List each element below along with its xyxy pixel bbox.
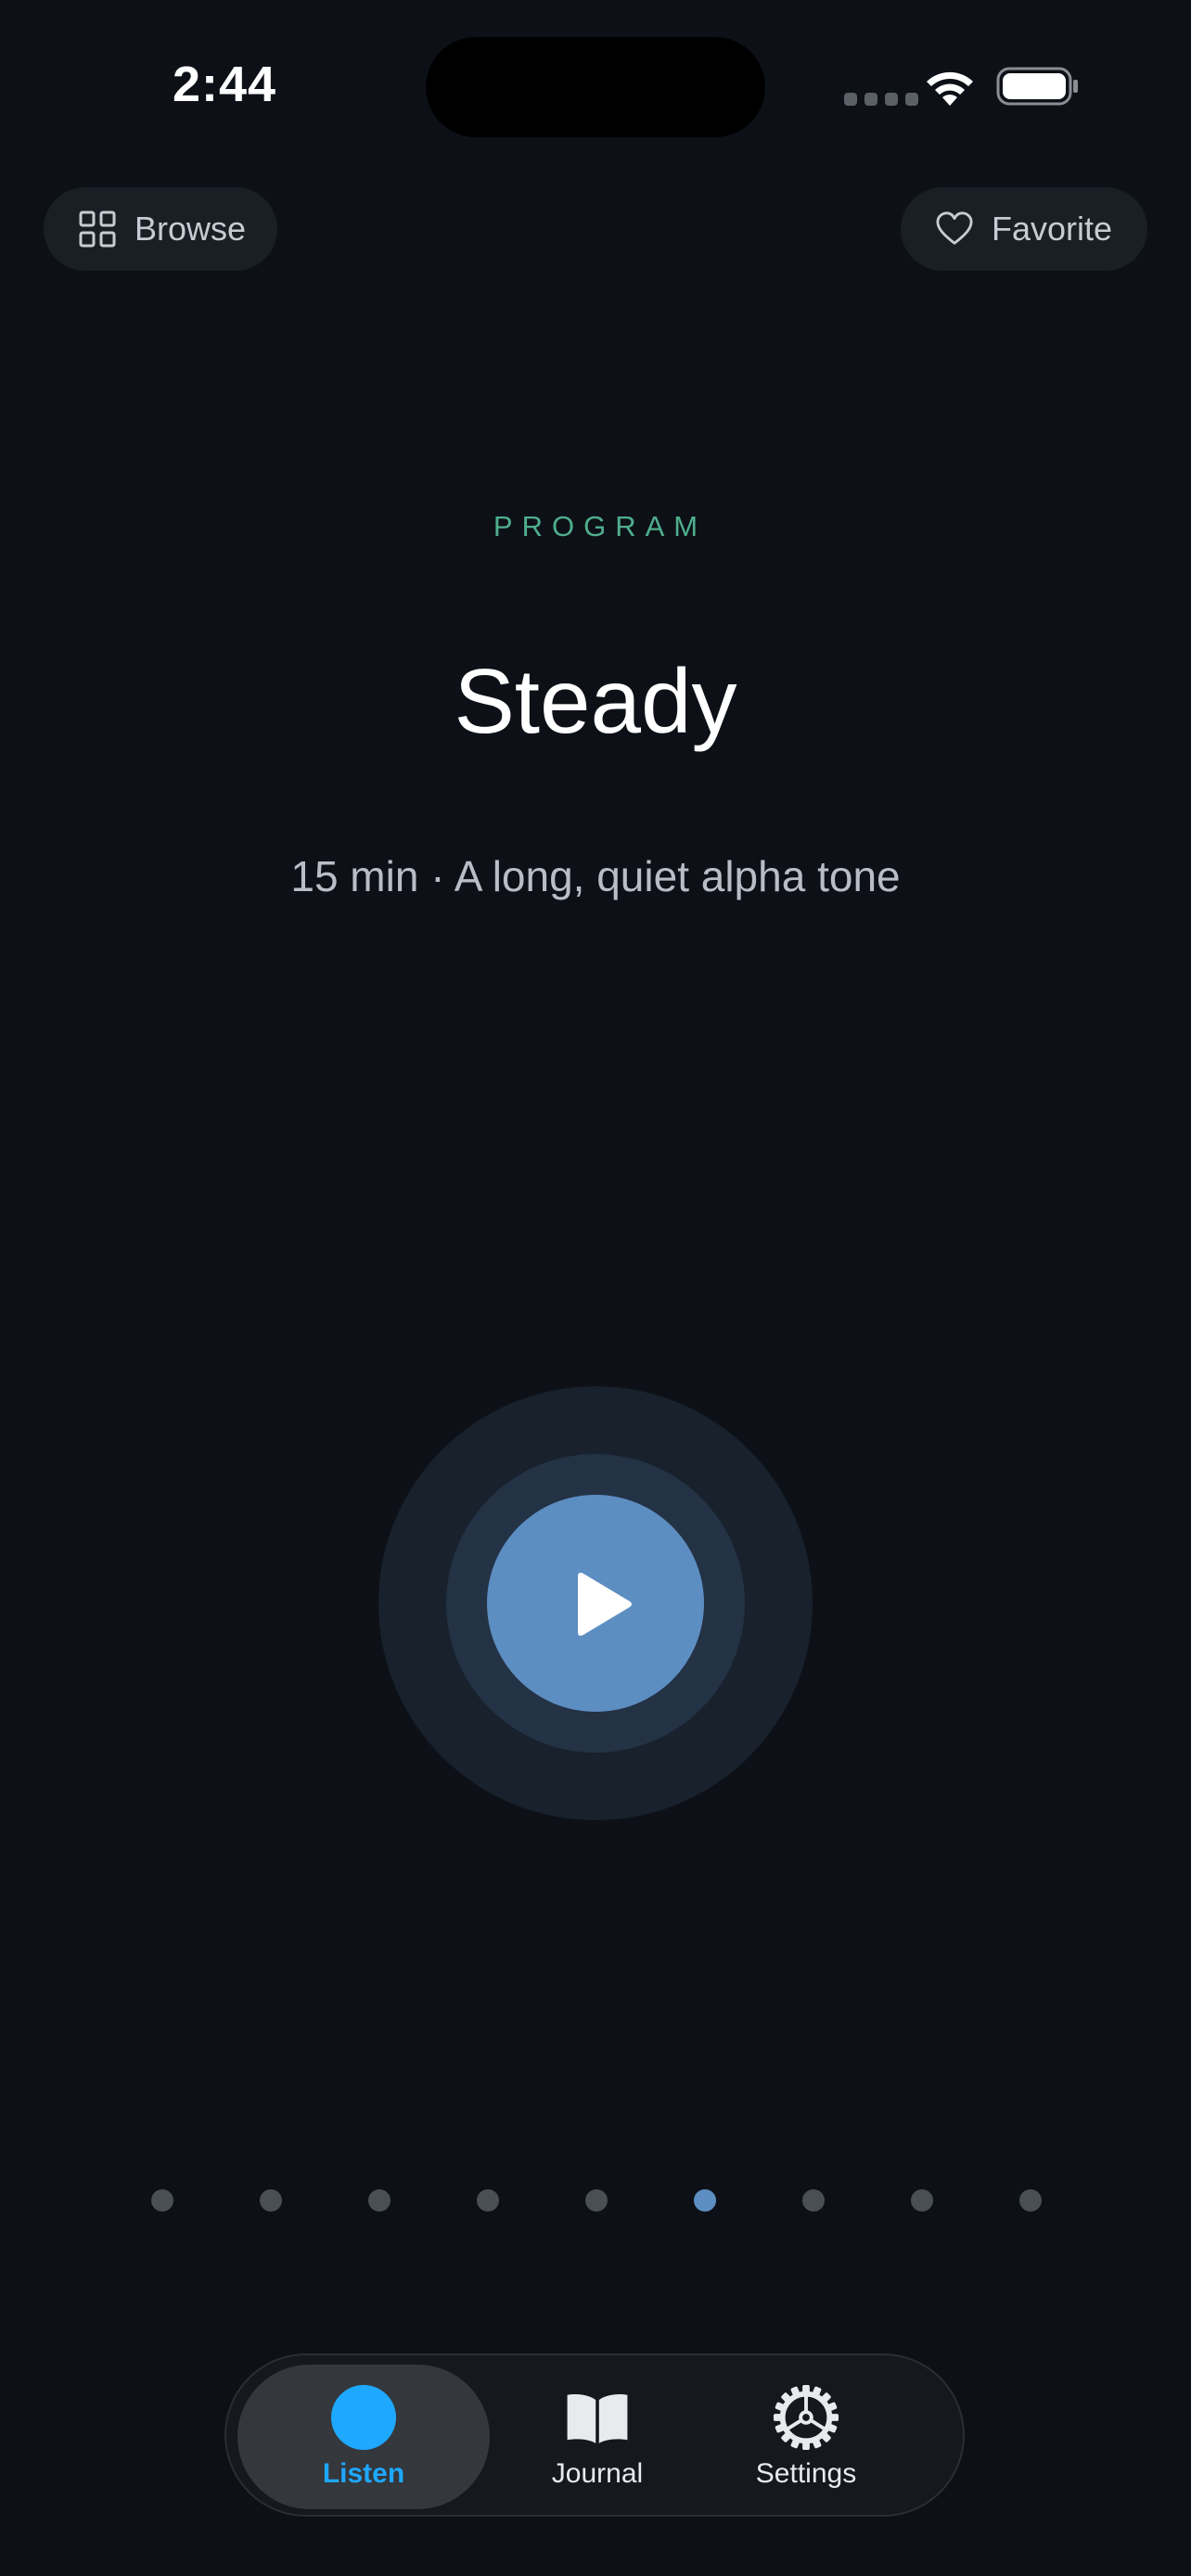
wifi-icon	[927, 71, 973, 106]
page-dot-active[interactable]	[694, 2189, 716, 2212]
dynamic-island	[426, 37, 765, 137]
page-dot[interactable]	[1019, 2189, 1042, 2212]
listen-dot-icon	[330, 2384, 397, 2451]
heart-icon	[936, 210, 973, 248]
page-dot[interactable]	[802, 2189, 825, 2212]
favorite-label: Favorite	[992, 210, 1113, 248]
cellular-signal-icon	[844, 93, 918, 106]
book-icon	[564, 2384, 631, 2451]
page-dot[interactable]	[368, 2189, 391, 2212]
page-dot[interactable]	[585, 2189, 608, 2212]
player-screen: 2:44 Browse Favorite PROGRAM Steady 15 m…	[0, 0, 1191, 2576]
page-dot[interactable]	[260, 2189, 282, 2212]
tab-bar: Listen Journal Settings	[224, 2353, 965, 2517]
page-dot[interactable]	[911, 2189, 933, 2212]
browse-button[interactable]: Browse	[44, 187, 277, 271]
battery-icon	[996, 67, 1078, 106]
tab-settings[interactable]: Settings	[709, 2365, 903, 2509]
page-dot[interactable]	[477, 2189, 499, 2212]
play-icon	[578, 1573, 632, 1636]
page-dot[interactable]	[151, 2189, 173, 2212]
page-indicator	[151, 2189, 1042, 2213]
tab-listen-label: Listen	[322, 2458, 405, 2489]
play-button[interactable]	[487, 1495, 704, 1712]
tab-journal[interactable]: Journal	[505, 2365, 690, 2509]
tab-settings-label: Settings	[755, 2458, 857, 2489]
program-eyebrow: PROGRAM	[493, 510, 708, 542]
tab-listen[interactable]: Listen	[237, 2365, 490, 2509]
grid-icon	[79, 210, 116, 248]
favorite-button[interactable]: Favorite	[901, 187, 1147, 271]
program-title: Steady	[454, 650, 737, 752]
gear-icon	[773, 2384, 839, 2451]
program-subtitle: 15 min · A long, quiet alpha tone	[290, 852, 901, 900]
tab-journal-label: Journal	[551, 2458, 644, 2489]
status-time: 2:44	[173, 57, 277, 112]
browse-label: Browse	[134, 210, 247, 248]
